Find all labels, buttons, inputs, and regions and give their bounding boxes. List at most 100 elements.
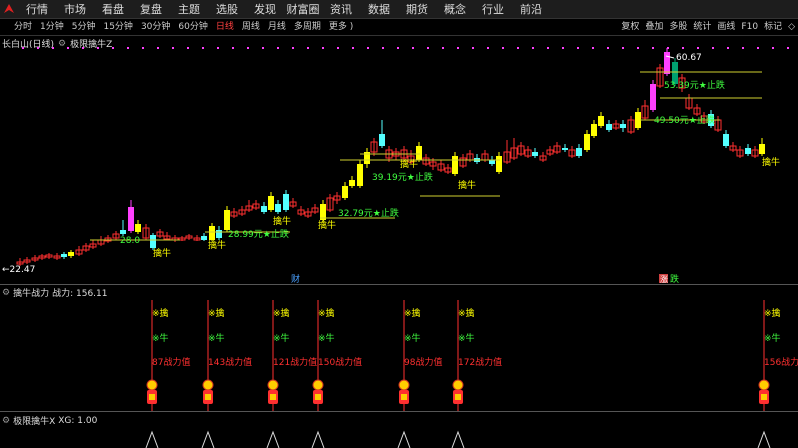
- mascot-badge-icon: [149, 394, 155, 400]
- candle-body: [349, 180, 355, 186]
- top-marker: [97, 47, 99, 49]
- mascot-face-icon: [398, 379, 410, 391]
- top-marker: [682, 47, 684, 49]
- top-marker: [727, 47, 729, 49]
- top-marker: [37, 47, 39, 49]
- candle-body: [416, 146, 422, 160]
- stop-label: 49.50元★止跌: [654, 114, 715, 126]
- candle-body: [275, 204, 281, 212]
- top-marker: [742, 47, 744, 49]
- top-marker: [292, 47, 294, 49]
- candle-body: [357, 164, 363, 186]
- mascot-face-icon: [758, 379, 770, 391]
- signal-niu: ※牛: [458, 332, 475, 344]
- top-marker: [307, 47, 309, 49]
- top-marker: [22, 47, 24, 49]
- mascot-face-icon: [312, 379, 324, 391]
- stop-label: 39.19元★止跌: [372, 171, 433, 183]
- mascot-face-icon: [202, 379, 214, 391]
- mascot-badge-icon: [315, 394, 321, 400]
- candle-body: [598, 116, 604, 126]
- top-marker: [787, 47, 789, 49]
- buy-label: 擒牛: [208, 239, 226, 251]
- candle-body: [584, 134, 590, 150]
- top-marker: [412, 47, 414, 49]
- mascot-face-icon: [146, 379, 158, 391]
- mascot-badge-icon: [205, 394, 211, 400]
- top-marker: [127, 47, 129, 49]
- signal-value: 172战力值: [458, 356, 502, 368]
- top-marker: [112, 47, 114, 49]
- candle-body: [201, 236, 207, 240]
- candle-body: [759, 144, 765, 154]
- low-price-label: ←22.47: [2, 265, 35, 275]
- top-marker: [712, 47, 714, 49]
- mascot-face-icon: [267, 379, 279, 391]
- top-marker: [652, 47, 654, 49]
- signal-qin: ※擒: [152, 307, 169, 319]
- signal-niu: ※牛: [273, 332, 290, 344]
- candle-body: [489, 160, 495, 164]
- kline-chart[interactable]: 28.0 28.99元★止跌 32.79元★止跌 39.19元★止跌 49.50元★止跌…: [0, 0, 798, 448]
- top-marker: [202, 47, 204, 49]
- top-marker: [262, 47, 264, 49]
- mascot-badge-icon: [455, 394, 461, 400]
- cai-label: 财: [291, 273, 300, 285]
- stop-label: 53.39元★止跌: [664, 79, 725, 91]
- signal-value: 87战力值: [152, 356, 190, 368]
- signal-value: 143战力值: [208, 356, 252, 368]
- candle-body: [379, 134, 385, 146]
- top-marker: [757, 47, 759, 49]
- signal-value: 98战力值: [404, 356, 442, 368]
- die-label: 跌: [670, 274, 679, 285]
- candle-body: [664, 52, 670, 74]
- mascot-face-icon: [452, 379, 464, 391]
- buy-label: 擒牛: [153, 247, 171, 259]
- candle-body: [591, 124, 597, 136]
- top-marker: [157, 47, 159, 49]
- candle-body: [496, 156, 502, 172]
- top-marker: [577, 47, 579, 49]
- signal-niu: ※牛: [764, 332, 781, 344]
- xg-signal-mark: [201, 430, 215, 448]
- candle-body: [68, 252, 74, 256]
- candle-body: [224, 210, 230, 230]
- signal-qin: ※擒: [318, 307, 335, 319]
- buy-label: 擒牛: [762, 156, 780, 168]
- candle-body: [745, 148, 751, 154]
- top-marker: [67, 47, 69, 49]
- signal-qin: ※擒: [458, 307, 475, 319]
- buy-label: 擒牛: [458, 179, 476, 191]
- signal-value: 121战力值: [273, 356, 317, 368]
- top-marker: [232, 47, 234, 49]
- top-marker: [382, 47, 384, 49]
- top-marker: [637, 47, 639, 49]
- top-marker: [352, 47, 354, 49]
- signal-qin: ※擒: [764, 307, 781, 319]
- buy-label: 擒牛: [318, 219, 336, 231]
- candle-body: [452, 156, 458, 174]
- top-marker: [442, 47, 444, 49]
- top-marker: [142, 47, 144, 49]
- top-marker: [427, 47, 429, 49]
- signal-niu: ※牛: [318, 332, 335, 344]
- signal-qin: ※擒: [404, 307, 421, 319]
- mascot-badge-icon: [270, 394, 276, 400]
- signal-qin: ※擒: [273, 307, 290, 319]
- top-marker: [472, 47, 474, 49]
- xg-signal-mark: [145, 430, 159, 448]
- top-marker: [367, 47, 369, 49]
- top-marker: [592, 47, 594, 49]
- top-marker: [337, 47, 339, 49]
- signal-niu: ※牛: [208, 332, 225, 344]
- candle-body: [723, 134, 729, 146]
- buy-label: 擒牛: [400, 158, 418, 170]
- candle-body: [268, 196, 274, 210]
- top-marker: [562, 47, 564, 49]
- buy-label: 擒牛: [273, 215, 291, 227]
- candle-body: [650, 84, 656, 110]
- candle-body: [283, 194, 289, 210]
- top-marker: [397, 47, 399, 49]
- top-marker: [502, 47, 504, 49]
- top-marker: [82, 47, 84, 49]
